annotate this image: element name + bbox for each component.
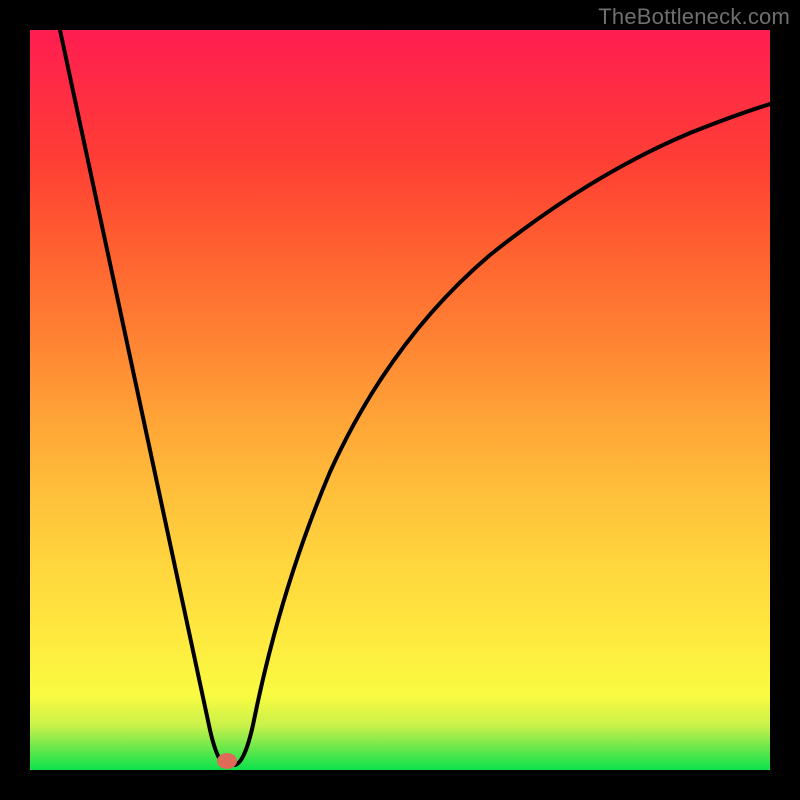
bottleneck-curve <box>30 30 770 770</box>
chart-frame: TheBottleneck.com <box>0 0 800 800</box>
optimal-point-marker <box>217 753 237 769</box>
plot-area <box>30 30 770 770</box>
watermark-text: TheBottleneck.com <box>598 4 790 30</box>
